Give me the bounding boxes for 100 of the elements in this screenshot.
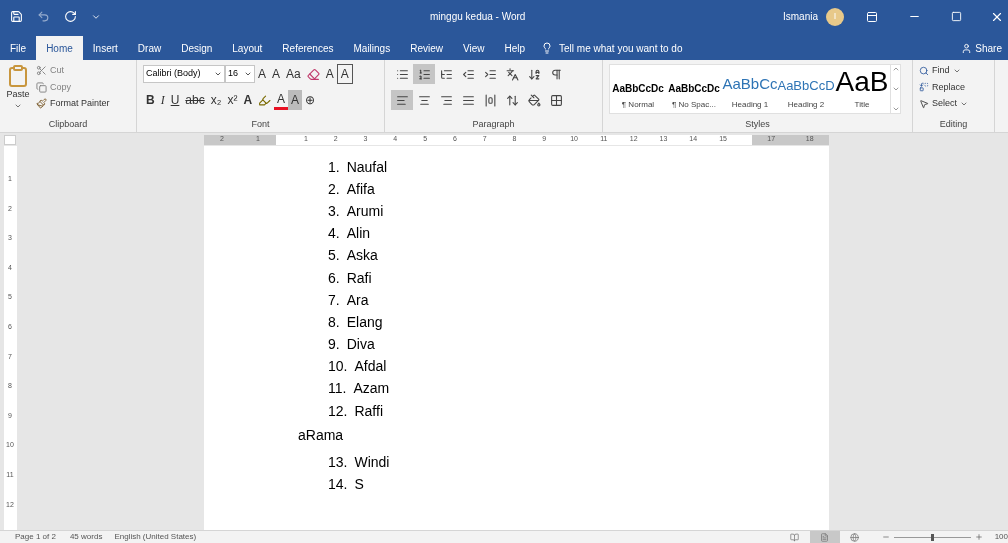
style-item[interactable]: AaBbCcD Heading 2 (778, 65, 834, 113)
zoom-slider[interactable] (893, 533, 971, 541)
share-button[interactable]: Share (955, 36, 1008, 60)
ribbon-tab[interactable]: Draw (127, 36, 172, 60)
paragraph-text: aRama (298, 426, 344, 446)
word-count[interactable]: 45 words (69, 531, 103, 543)
ribbon-tab[interactable]: Design (171, 36, 223, 60)
distribute-icon (483, 93, 497, 107)
text-effects-button[interactable]: A (240, 90, 256, 110)
italic-button[interactable]: I (157, 90, 168, 110)
ribbon-tab[interactable]: Home (36, 36, 83, 60)
shrink-font-button[interactable]: A (269, 64, 284, 84)
page-count[interactable]: Page 1 of 2 (15, 531, 56, 543)
list-number: 12. (328, 401, 348, 421)
list-number: 9. (328, 335, 340, 355)
replace-button[interactable]: Replace (919, 80, 968, 94)
ribbon-tab[interactable]: Help (494, 36, 536, 60)
expand-icon[interactable] (891, 105, 900, 113)
list-number: 10. (328, 357, 348, 377)
enclose-character-button[interactable]: ⊕ (302, 90, 319, 110)
ribbon-tab[interactable]: References (272, 36, 344, 60)
ribbon-tab[interactable]: Mailings (343, 36, 401, 60)
group-label: Clipboard (48, 118, 88, 132)
list-number: 1. (328, 157, 340, 177)
zoom-in-icon[interactable] (974, 533, 983, 541)
person-icon (961, 42, 973, 54)
list-item-text: Ara (346, 290, 369, 310)
subscript-button[interactable]: x₂ (207, 90, 225, 110)
tell-me-field[interactable]: Tell me what you want to do (559, 40, 760, 56)
restore-icon[interactable] (951, 11, 962, 22)
superscript-button[interactable]: x² (224, 90, 241, 110)
list-item-text: Rafi (346, 268, 372, 288)
font-name-combo[interactable]: Calibri (Body) (143, 65, 225, 83)
save-icon[interactable] (10, 10, 23, 23)
print-view-button[interactable] (809, 530, 840, 543)
font-size-combo[interactable]: 16 (225, 65, 255, 83)
group-label: Editing (939, 118, 968, 132)
scissors-icon (36, 65, 47, 77)
print-view-icon (820, 532, 830, 542)
search-icon (919, 65, 929, 76)
paintbrush-icon (36, 98, 47, 110)
translate-icon (505, 67, 519, 81)
bold-button[interactable]: B (143, 90, 158, 110)
ribbon-tab[interactable]: Insert (82, 36, 128, 60)
decrease-indent-icon (461, 67, 475, 81)
list-number: 8. (328, 312, 340, 332)
zoom-thumb[interactable] (931, 533, 935, 541)
style-item[interactable]: AaBbCcDc ¶ Normal (610, 65, 666, 113)
paste-button[interactable]: Paste (6, 64, 36, 118)
phonetic-guide-button[interactable]: A (322, 64, 337, 84)
style-item[interactable]: AaB Title (834, 65, 890, 113)
list-item-text: Arumi (346, 201, 384, 221)
ribbon-tab[interactable]: File (0, 36, 37, 60)
justify-icon (461, 93, 475, 107)
list-number: 4. (328, 224, 340, 244)
ribbon-tab[interactable]: Review (400, 36, 453, 60)
underline-button[interactable]: U (167, 90, 183, 110)
list-item-text: Diva (346, 335, 375, 355)
list-item-text: Afdal (354, 357, 387, 377)
cut-button[interactable]: Cut (36, 64, 110, 78)
select-button[interactable]: Select (919, 97, 968, 111)
character-border-button[interactable]: A (336, 64, 353, 84)
list-number: 6. (328, 268, 340, 288)
window-title: minggu kedua - Word (430, 11, 526, 22)
numbered-list-button[interactable] (413, 64, 435, 84)
caret-icon (244, 70, 252, 78)
ribbon-display-options-icon[interactable] (866, 10, 878, 23)
redo-icon[interactable] (64, 10, 77, 23)
gallery-scroll-bar[interactable] (890, 65, 900, 113)
copy-button[interactable]: Copy (36, 80, 110, 94)
scroll-down-icon[interactable] (891, 85, 900, 93)
list-number: 2. (328, 179, 340, 199)
increase-indent-icon (483, 67, 497, 81)
group-label: Font (251, 118, 270, 132)
format-painter-button[interactable]: Format Painter (36, 97, 110, 111)
language-status[interactable]: English (United States) (114, 531, 197, 543)
strikethrough-button[interactable]: abc (182, 90, 208, 110)
style-item[interactable]: AaBbCcDc ¶ No Spac... (666, 65, 722, 113)
list-item-text: Windi (354, 452, 390, 472)
align-center-icon (417, 93, 431, 107)
style-item[interactable]: AaBbCc Heading 1 (722, 65, 778, 113)
user-name[interactable]: Ismania (783, 9, 818, 24)
zoom-level[interactable]: 100 (994, 531, 1008, 543)
align-left-button[interactable] (391, 90, 413, 110)
find-button[interactable]: Find (919, 64, 968, 78)
ribbon-tab[interactable]: Layout (222, 36, 273, 60)
list-item-text: Azam (353, 379, 390, 399)
list-number: 13. (328, 452, 348, 472)
change-case-button[interactable]: Aa (283, 64, 304, 84)
pilcrow-icon (549, 67, 563, 81)
list-number: 3. (328, 201, 340, 221)
list-item-text: Afifa (346, 179, 375, 199)
character-shading-button[interactable]: A (288, 90, 303, 110)
scroll-up-icon[interactable] (891, 65, 900, 73)
ribbon-tab[interactable]: View (452, 36, 495, 60)
clipboard-icon (6, 64, 30, 88)
numbered-list-icon (417, 67, 431, 81)
grow-font-button[interactable]: A (255, 64, 269, 84)
line-spacing-icon (505, 93, 519, 107)
list-item-text: Aska (346, 246, 378, 266)
